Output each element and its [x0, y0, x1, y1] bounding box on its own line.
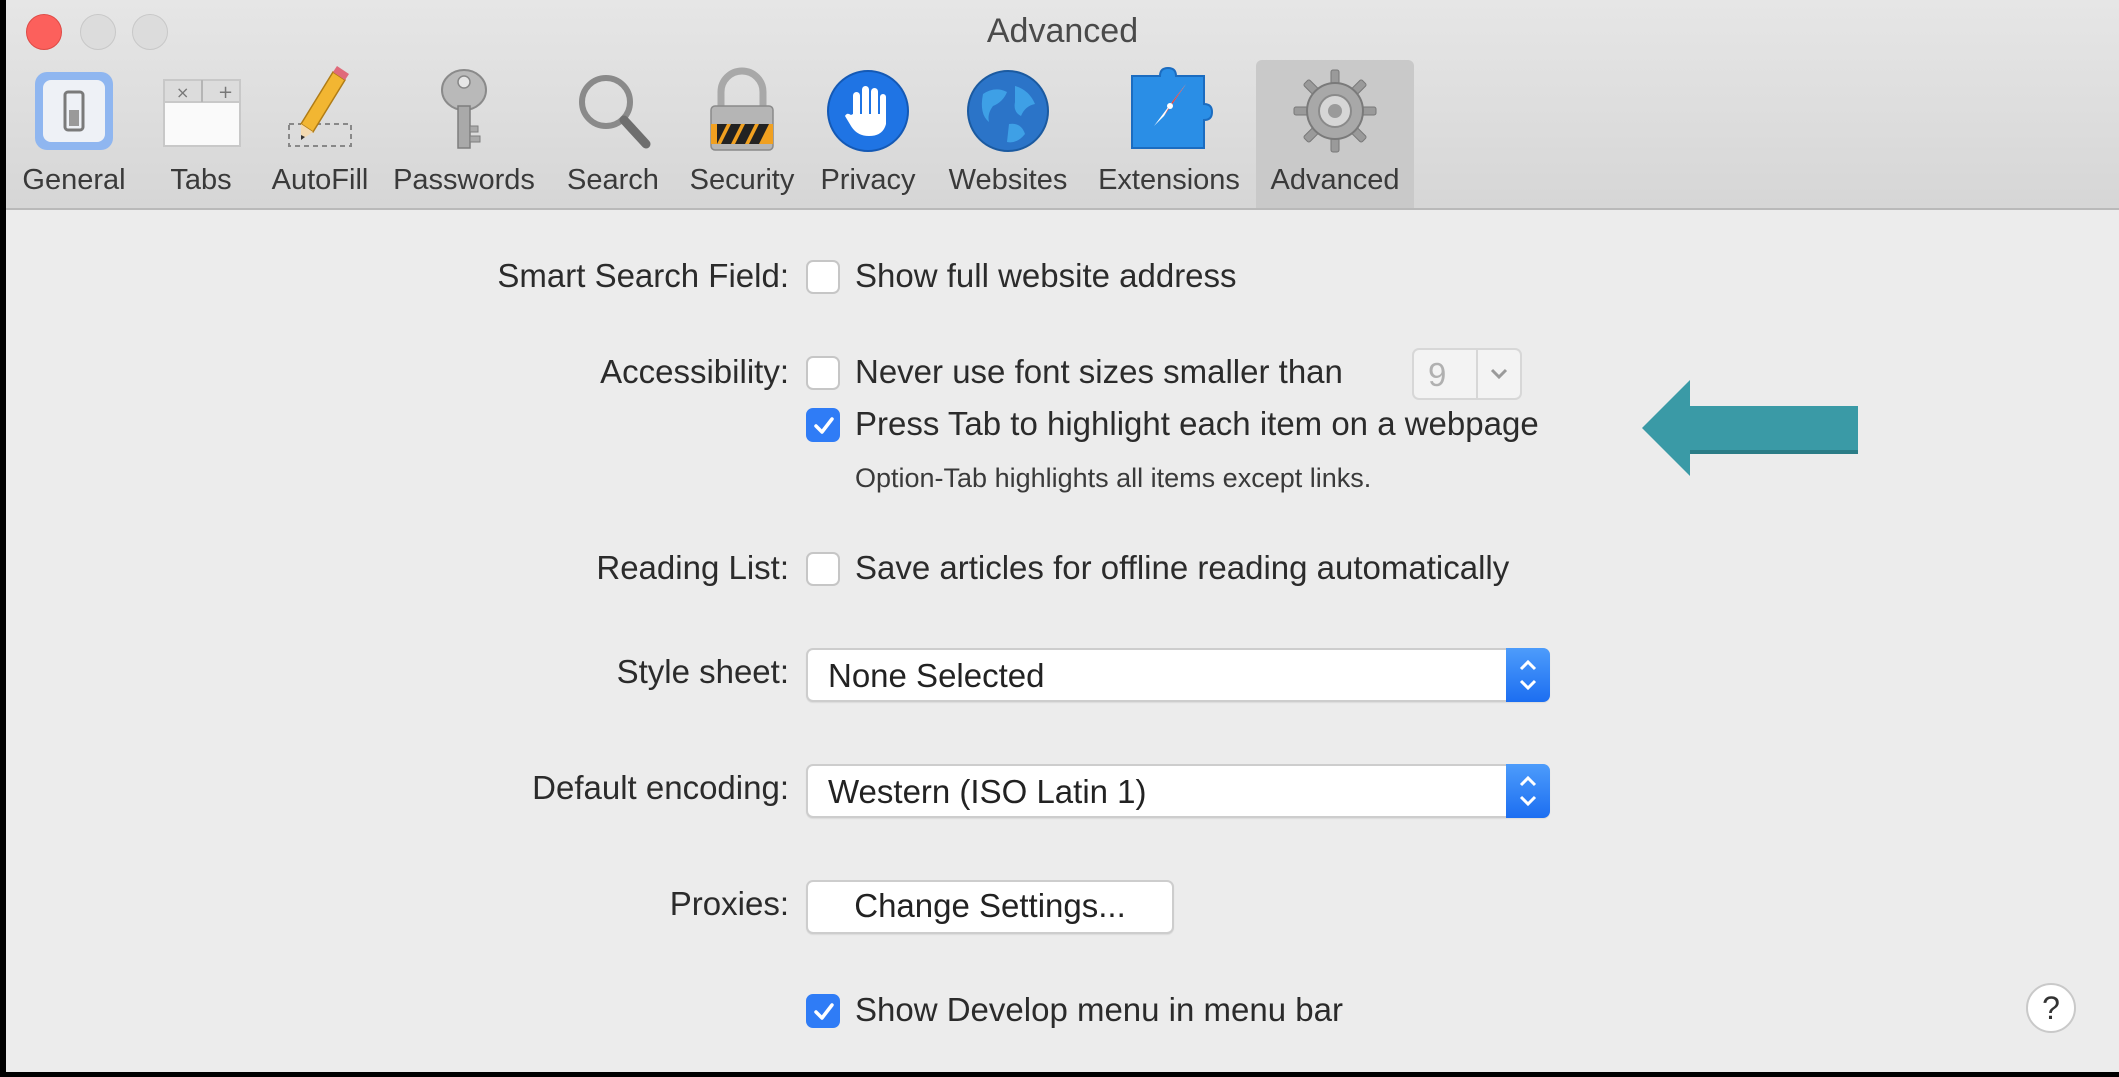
tab-passwords[interactable]: Passwords	[389, 60, 539, 208]
help-button[interactable]: ?	[2026, 983, 2076, 1033]
puzzle-compass-icon	[1124, 66, 1214, 156]
tab-label: Extensions	[1098, 164, 1240, 196]
globe-icon	[963, 66, 1053, 156]
left-arrow-icon	[1642, 378, 1858, 478]
tab-advanced[interactable]: Advanced	[1256, 60, 1414, 208]
window-title: Advanced	[986, 12, 1139, 50]
style-sheet-label: Style sheet:	[616, 653, 789, 690]
reading-list-label: Reading List:	[596, 549, 789, 586]
proxies-label: Proxies:	[669, 885, 789, 922]
press-tab-note: Option-Tab highlights all items except l…	[855, 463, 1372, 493]
gear-icon	[1290, 66, 1380, 156]
tab-label: Websites	[948, 164, 1068, 196]
show-develop-label[interactable]: Show Develop menu in menu bar	[855, 991, 1343, 1029]
tab-label: Search	[567, 164, 659, 196]
key-icon	[419, 66, 509, 156]
min-font-size-label[interactable]: Never use font sizes smaller than	[855, 353, 1343, 391]
tab-websites[interactable]: Websites	[938, 60, 1078, 208]
tab-label: Passwords	[393, 164, 535, 196]
smart-search-label: Smart Search Field:	[497, 257, 789, 294]
chevron-down-icon	[1476, 350, 1520, 398]
padlock-icon	[697, 66, 787, 156]
tab-tabs[interactable]: × + Tabs	[156, 60, 246, 208]
tab-label: Tabs	[170, 164, 232, 196]
style-sheet-select[interactable]: None Selected	[806, 648, 1550, 702]
tab-extensions[interactable]: Extensions	[1094, 60, 1244, 208]
checkmark-icon	[814, 417, 834, 434]
save-articles-checkbox[interactable]	[806, 552, 840, 586]
tab-search[interactable]: Search	[558, 60, 668, 208]
change-settings-button[interactable]: Change Settings...	[806, 880, 1174, 934]
checkmark-icon	[814, 1003, 834, 1020]
general-switch-icon	[29, 66, 119, 156]
tab-autofill[interactable]: AutoFill	[262, 60, 378, 208]
min-font-size-checkbox[interactable]	[806, 356, 840, 390]
svg-text:+: +	[218, 82, 233, 103]
default-encoding-value: Western (ISO Latin 1)	[828, 773, 1147, 810]
tab-security[interactable]: Security	[682, 60, 802, 208]
default-encoding-label: Default encoding:	[532, 769, 789, 806]
save-articles-label[interactable]: Save articles for offline reading automa…	[855, 549, 1509, 587]
tab-label: Security	[689, 164, 795, 196]
default-encoding-select[interactable]: Western (ISO Latin 1)	[806, 764, 1550, 818]
magnifier-icon	[568, 66, 658, 156]
font-size-popup[interactable]: 9	[1412, 348, 1522, 400]
toolbar: Advanced General × + Tabs AutoFill Passw…	[6, 0, 2119, 210]
accessibility-label: Accessibility:	[600, 353, 789, 390]
tab-privacy[interactable]: Privacy	[812, 60, 924, 208]
svg-text:×: ×	[176, 83, 189, 102]
updown-chevron-icon	[1506, 764, 1550, 818]
preferences-window: Advanced General × + Tabs AutoFill Passw…	[6, 0, 2119, 1072]
hand-icon	[823, 66, 913, 156]
tab-general[interactable]: General	[18, 60, 130, 208]
updown-chevron-icon	[1506, 648, 1550, 702]
tabs-icon: × +	[156, 66, 246, 156]
press-tab-checkbox[interactable]	[806, 408, 840, 442]
show-full-address-checkbox[interactable]	[806, 260, 840, 294]
show-develop-checkbox[interactable]	[806, 994, 840, 1028]
press-tab-label[interactable]: Press Tab to highlight each item on a we…	[855, 405, 1539, 443]
tab-label: AutoFill	[271, 164, 369, 196]
tab-label: General	[22, 164, 126, 196]
tab-label: Privacy	[820, 164, 916, 196]
style-sheet-value: None Selected	[828, 657, 1045, 694]
font-size-value: 9	[1428, 356, 1447, 393]
tab-label: Advanced	[1270, 164, 1400, 196]
show-full-address-label[interactable]: Show full website address	[855, 257, 1237, 295]
pencil-icon	[275, 66, 365, 156]
